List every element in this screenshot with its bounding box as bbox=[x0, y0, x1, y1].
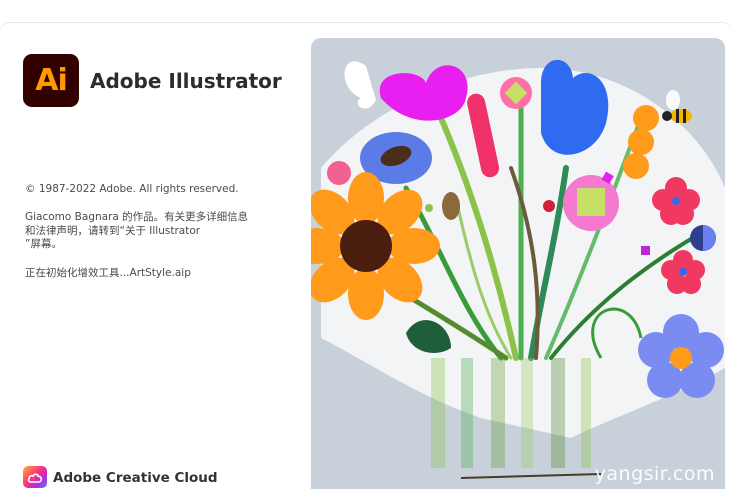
watermark-text: yangsir.com bbox=[594, 463, 715, 485]
app-title: Adobe Illustrator bbox=[90, 69, 282, 93]
splash-screen: Ai Adobe Illustrator © 1987-2022 Adobe. … bbox=[0, 22, 732, 489]
splash-artwork: yangsir.com bbox=[311, 38, 725, 489]
flower-bouquet-illustration bbox=[311, 59, 725, 479]
info-panel: Ai Adobe Illustrator © 1987-2022 Adobe. … bbox=[0, 23, 300, 489]
credit-line: Giacomo Bagnara 的作品。有关更多详细信息 bbox=[25, 211, 249, 223]
credit-line: 和法律声明，请转到“关于 Illustrator bbox=[25, 224, 201, 237]
credit-line: ”屏幕。 bbox=[25, 238, 62, 250]
creative-cloud-label: Adobe Creative Cloud bbox=[53, 470, 218, 486]
creative-cloud-icon bbox=[23, 466, 47, 488]
loading-status: 正在初始化增效工具...ArtStyle.aip bbox=[25, 267, 191, 279]
cloud-icon bbox=[27, 473, 43, 483]
logo-text: Ai bbox=[35, 63, 68, 98]
illustrator-logo-icon: Ai bbox=[23, 54, 79, 107]
copyright-text: © 1987-2022 Adobe. All rights reserved. bbox=[25, 183, 239, 195]
artwork-credit: Giacomo Bagnara 的作品。有关更多详细信息 和法律声明，请转到“关… bbox=[25, 211, 285, 252]
